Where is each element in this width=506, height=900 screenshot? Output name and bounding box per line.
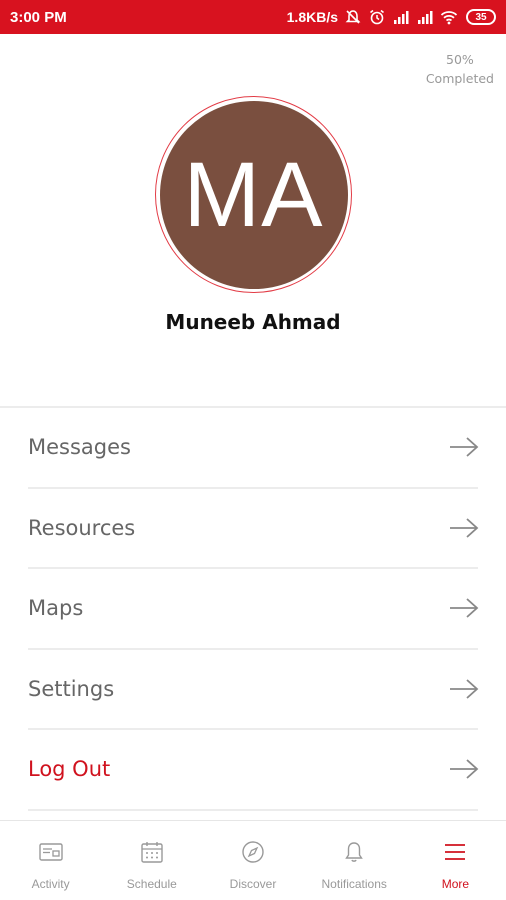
menu-item-maps[interactable]: Maps — [28, 569, 479, 650]
arrow-right-icon — [450, 679, 479, 699]
avatar-ring[interactable]: MA — [155, 96, 352, 293]
signal-icon — [418, 11, 433, 24]
avatar-initials: MA — [183, 143, 324, 246]
nav-label: More — [441, 877, 470, 891]
more-menu: Messages Resources Maps Settings Log Out — [0, 408, 506, 811]
user-name: Muneeb Ahmad — [165, 310, 341, 334]
wifi-icon — [440, 11, 458, 25]
status-icons: 1.8KB/s 35 — [287, 8, 496, 26]
nav-item-schedule[interactable]: Schedule — [101, 821, 202, 900]
status-time: 3:00 PM — [10, 8, 67, 26]
menu-item-messages[interactable]: Messages — [28, 408, 479, 489]
calendar-icon — [141, 842, 163, 863]
progress-indicator: 50% Completed — [426, 50, 494, 88]
nav-label: Notifications — [321, 877, 387, 891]
menu-item-label: Log Out — [28, 757, 111, 782]
arrow-right-icon — [450, 598, 479, 618]
progress-label: Completed — [425, 71, 494, 86]
network-speed: 1.8KB/s — [286, 9, 338, 25]
menu-item-label: Messages — [28, 435, 131, 460]
status-bar: 3:00 PM 1.8KB/s 35 — [0, 0, 506, 34]
menu-item-log-out[interactable]: Log Out — [28, 730, 479, 811]
arrow-right-icon — [450, 759, 479, 779]
nav-item-discover[interactable]: Discover — [202, 821, 303, 900]
compass-icon — [242, 841, 264, 863]
menu-item-settings[interactable]: Settings — [28, 650, 479, 730]
menu-item-label: Settings — [28, 676, 115, 701]
nav-label: Schedule — [126, 877, 177, 891]
menu-icon — [445, 844, 466, 860]
nav-label: Discover — [229, 877, 277, 891]
nav-label: Activity — [31, 877, 70, 891]
bottom-nav: Activity Schedule Discover Notifications — [0, 820, 506, 900]
menu-item-label: Resources — [28, 515, 136, 540]
bell-icon — [345, 842, 364, 862]
nav-item-activity[interactable]: Activity — [0, 821, 101, 900]
nav-item-more[interactable]: More — [405, 821, 506, 900]
menu-item-resources[interactable]: Resources — [28, 489, 479, 569]
arrow-right-icon — [450, 518, 479, 538]
signal-icon — [394, 11, 409, 24]
menu-item-label: Maps — [28, 596, 84, 621]
mute-icon — [345, 10, 361, 24]
alarm-icon — [370, 9, 384, 25]
activity-icon — [38, 843, 63, 861]
nav-item-notifications[interactable]: Notifications — [304, 821, 405, 900]
arrow-right-icon — [450, 437, 479, 457]
progress-percent: 50% — [446, 52, 474, 67]
avatar[interactable]: MA — [159, 100, 348, 289]
battery-icon: 35 — [466, 9, 496, 25]
